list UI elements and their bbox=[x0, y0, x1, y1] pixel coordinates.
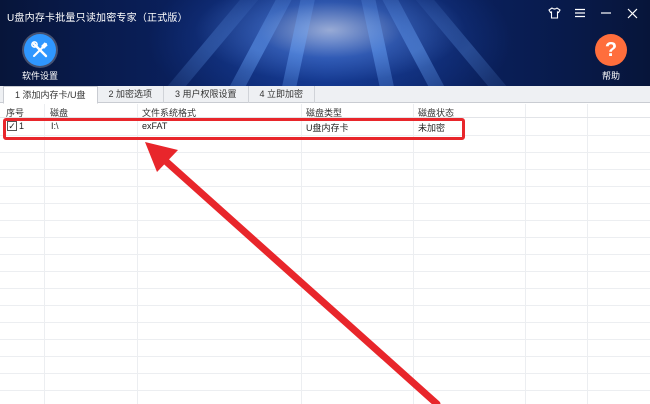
row-divider bbox=[0, 152, 650, 153]
row-divider bbox=[0, 220, 650, 221]
tab-bar: 1 添加内存卡/U盘 2 加密选项 3 用户权限设置 4 立即加密 bbox=[0, 86, 650, 104]
row-divider bbox=[0, 254, 650, 255]
app-header: U盘内存卡批量只读加密专家（正式版） 软件设置 ? 帮助 bbox=[0, 0, 650, 86]
settings-label: 软件设置 bbox=[21, 71, 58, 81]
minimize-icon[interactable] bbox=[598, 5, 614, 21]
row-divider bbox=[0, 356, 650, 357]
tab-add-disk[interactable]: 1 添加内存卡/U盘 bbox=[3, 86, 98, 104]
window-title: U盘内存卡批量只读加密专家（正式版） bbox=[7, 13, 188, 24]
row-divider bbox=[0, 271, 650, 272]
row-divider bbox=[0, 322, 650, 323]
table-row[interactable]: ✓ 1 I:\ exFAT U盘内存卡 未加密 bbox=[0, 118, 650, 135]
table-header: 序号 磁盘 文件系统格式 磁盘类型 磁盘状态 bbox=[0, 104, 650, 118]
row-divider bbox=[0, 339, 650, 340]
help-label: 帮助 bbox=[601, 71, 620, 81]
row-divider bbox=[0, 186, 650, 187]
tab-encrypt-options[interactable]: 2 加密选项 bbox=[98, 86, 165, 103]
row-divider bbox=[0, 169, 650, 170]
cell-disk-status: 未加密 bbox=[418, 123, 446, 133]
row-divider bbox=[0, 288, 650, 289]
row-divider bbox=[0, 203, 650, 204]
row-divider bbox=[0, 373, 650, 374]
window-controls bbox=[546, 5, 640, 21]
row-divider bbox=[0, 237, 650, 238]
skin-icon[interactable] bbox=[546, 5, 562, 21]
cell-index: 1 bbox=[19, 121, 25, 131]
row-divider bbox=[0, 305, 650, 306]
help-icon: ? bbox=[595, 34, 627, 66]
row-checkbox[interactable]: ✓ bbox=[7, 121, 17, 131]
row-divider bbox=[0, 135, 650, 136]
row-divider bbox=[0, 390, 650, 391]
tools-icon bbox=[24, 34, 56, 66]
cell-disk: I:\ bbox=[51, 121, 59, 131]
settings-button[interactable]: 软件设置 bbox=[15, 34, 65, 82]
cell-disk-type: U盘内存卡 bbox=[306, 123, 349, 133]
tab-encrypt-now[interactable]: 4 立即加密 bbox=[249, 86, 316, 103]
tab-user-permissions[interactable]: 3 用户权限设置 bbox=[164, 86, 249, 103]
help-button[interactable]: ? 帮助 bbox=[586, 34, 636, 82]
disk-table: 序号 磁盘 文件系统格式 磁盘类型 磁盘状态 ✓ 1 I:\ exFAT U盘内… bbox=[0, 104, 650, 404]
close-icon[interactable] bbox=[624, 5, 640, 21]
cell-filesystem: exFAT bbox=[142, 121, 168, 131]
menu-icon[interactable] bbox=[572, 5, 588, 21]
